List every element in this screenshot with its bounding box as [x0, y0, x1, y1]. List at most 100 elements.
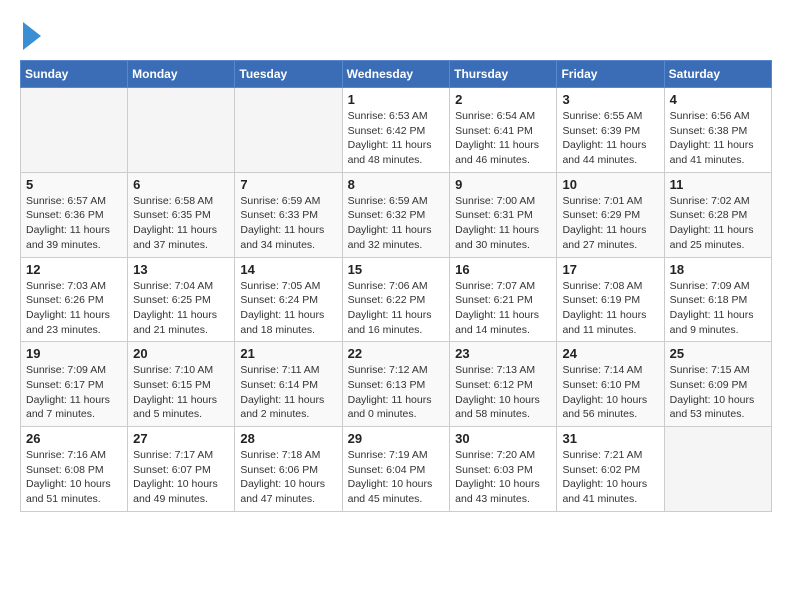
day-number: 14: [240, 262, 336, 277]
day-info: Sunrise: 7:00 AMSunset: 6:31 PMDaylight:…: [455, 194, 551, 253]
day-number: 23: [455, 346, 551, 361]
calendar-header-sunday: Sunday: [21, 61, 128, 88]
day-number: 16: [455, 262, 551, 277]
calendar-cell: 4Sunrise: 6:56 AMSunset: 6:38 PMDaylight…: [664, 88, 771, 173]
calendar-cell: 12Sunrise: 7:03 AMSunset: 6:26 PMDayligh…: [21, 257, 128, 342]
day-number: 9: [455, 177, 551, 192]
calendar-header-row: SundayMondayTuesdayWednesdayThursdayFrid…: [21, 61, 772, 88]
calendar-cell: 27 Sunrise: 7:17 AMSunset: 6:07 PMDayligh…: [128, 427, 235, 512]
calendar-cell: 19 Sunrise: 7:09 AMSunset: 6:17 PMDayligh…: [21, 342, 128, 427]
day-number: 25: [670, 346, 766, 361]
day-number: 24: [562, 346, 658, 361]
calendar-cell: 26 Sunrise: 7:16 AMSunset: 6:08 PMDayligh…: [21, 427, 128, 512]
calendar-cell: 21Sunrise: 7:11 AMSunset: 6:14 PMDayligh…: [235, 342, 342, 427]
day-number: 10: [562, 177, 658, 192]
day-info: Sunrise: 6:58 AMSunset: 6:35 PMDaylight:…: [133, 194, 229, 253]
day-info: Sunrise: 7:16 AMSunset: 6:08 PMDaylight:…: [26, 448, 122, 507]
day-info: Sunrise: 7:20 AMSunset: 6:03 PMDaylight:…: [455, 448, 551, 507]
calendar-week-row: 26 Sunrise: 7:16 AMSunset: 6:08 PMDayligh…: [21, 427, 772, 512]
day-info: Sunrise: 7:10 AMSunset: 6:15 PMDaylight:…: [133, 363, 229, 422]
calendar-header-thursday: Thursday: [450, 61, 557, 88]
day-number: 20: [133, 346, 229, 361]
calendar-cell: 15 Sunrise: 7:06 AMSunset: 6:22 PMDayligh…: [342, 257, 450, 342]
day-number: 1: [348, 92, 445, 107]
day-info: Sunrise: 7:13 AMSunset: 6:12 PMDaylight:…: [455, 363, 551, 422]
calendar-cell: 30 Sunrise: 7:20 AMSunset: 6:03 PMDayligh…: [450, 427, 557, 512]
day-number: 28: [240, 431, 336, 446]
calendar-cell: 28 Sunrise: 7:18 AMSunset: 6:06 PMDayligh…: [235, 427, 342, 512]
calendar-cell: [21, 88, 128, 173]
day-info: Sunrise: 7:07 AMSunset: 6:21 PMDaylight:…: [455, 279, 551, 338]
day-info: Sunrise: 6:55 AMSunset: 6:39 PMDaylight:…: [562, 109, 658, 168]
day-number: 8: [348, 177, 445, 192]
day-number: 6: [133, 177, 229, 192]
day-info: Sunrise: 6:53 AMSunset: 6:42 PMDaylight:…: [348, 109, 445, 168]
calendar-cell: 14 Sunrise: 7:05 AMSunset: 6:24 PMDayligh…: [235, 257, 342, 342]
calendar-cell: 25Sunrise: 7:15 AMSunset: 6:09 PMDayligh…: [664, 342, 771, 427]
day-number: 29: [348, 431, 445, 446]
day-info: Sunrise: 7:06 AMSunset: 6:22 PMDaylight:…: [348, 279, 445, 338]
calendar-cell: 16 Sunrise: 7:07 AMSunset: 6:21 PMDayligh…: [450, 257, 557, 342]
day-number: 18: [670, 262, 766, 277]
day-info: Sunrise: 6:54 AMSunset: 6:41 PMDaylight:…: [455, 109, 551, 168]
calendar-cell: 23 Sunrise: 7:13 AMSunset: 6:12 PMDayligh…: [450, 342, 557, 427]
page-header: [20, 20, 772, 50]
day-info: Sunrise: 7:04 AMSunset: 6:25 PMDaylight:…: [133, 279, 229, 338]
day-info: Sunrise: 7:08 AMSunset: 6:19 PMDaylight:…: [562, 279, 658, 338]
day-info: Sunrise: 7:09 AMSunset: 6:17 PMDaylight:…: [26, 363, 122, 422]
calendar-week-row: 19 Sunrise: 7:09 AMSunset: 6:17 PMDayligh…: [21, 342, 772, 427]
calendar-cell: 24 Sunrise: 7:14 AMSunset: 6:10 PMDayligh…: [557, 342, 664, 427]
calendar-cell: 2Sunrise: 6:54 AMSunset: 6:41 PMDaylight…: [450, 88, 557, 173]
calendar-cell: 7Sunrise: 6:59 AMSunset: 6:33 PMDaylight…: [235, 172, 342, 257]
calendar-cell: 8 Sunrise: 6:59 AMSunset: 6:32 PMDaylight…: [342, 172, 450, 257]
day-info: Sunrise: 7:17 AMSunset: 6:07 PMDaylight:…: [133, 448, 229, 507]
calendar-header-wednesday: Wednesday: [342, 61, 450, 88]
calendar-table: SundayMondayTuesdayWednesdayThursdayFrid…: [20, 60, 772, 512]
calendar-cell: 13 Sunrise: 7:04 AMSunset: 6:25 PMDayligh…: [128, 257, 235, 342]
day-info: Sunrise: 6:59 AMSunset: 6:32 PMDaylight:…: [348, 194, 445, 253]
calendar-header-monday: Monday: [128, 61, 235, 88]
calendar-cell: 18 Sunrise: 7:09 AMSunset: 6:18 PMDayligh…: [664, 257, 771, 342]
calendar-cell: 6 Sunrise: 6:58 AMSunset: 6:35 PMDaylight…: [128, 172, 235, 257]
day-info: Sunrise: 7:19 AMSunset: 6:04 PMDaylight:…: [348, 448, 445, 507]
calendar-week-row: 5 Sunrise: 6:57 AMSunset: 6:36 PMDaylight…: [21, 172, 772, 257]
day-info: Sunrise: 7:21 AMSunset: 6:02 PMDaylight:…: [562, 448, 658, 507]
calendar-cell: 10 Sunrise: 7:01 AMSunset: 6:29 PMDayligh…: [557, 172, 664, 257]
day-info: Sunrise: 7:03 AMSunset: 6:26 PMDaylight:…: [26, 279, 122, 338]
calendar-cell: 11 Sunrise: 7:02 AMSunset: 6:28 PMDayligh…: [664, 172, 771, 257]
calendar-cell: [235, 88, 342, 173]
day-number: 30: [455, 431, 551, 446]
day-number: 21: [240, 346, 336, 361]
day-number: 13: [133, 262, 229, 277]
day-info: Sunrise: 7:02 AMSunset: 6:28 PMDaylight:…: [670, 194, 766, 253]
day-number: 19: [26, 346, 122, 361]
calendar-cell: 29 Sunrise: 7:19 AMSunset: 6:04 PMDayligh…: [342, 427, 450, 512]
day-number: 27: [133, 431, 229, 446]
calendar-header-friday: Friday: [557, 61, 664, 88]
calendar-cell: 31 Sunrise: 7:21 AMSunset: 6:02 PMDayligh…: [557, 427, 664, 512]
day-number: 3: [562, 92, 658, 107]
calendar-cell: 22 Sunrise: 7:12 AMSunset: 6:13 PMDayligh…: [342, 342, 450, 427]
day-number: 5: [26, 177, 122, 192]
day-number: 22: [348, 346, 445, 361]
day-number: 15: [348, 262, 445, 277]
day-number: 26: [26, 431, 122, 446]
day-info: Sunrise: 7:14 AMSunset: 6:10 PMDaylight:…: [562, 363, 658, 422]
day-number: 11: [670, 177, 766, 192]
day-info: Sunrise: 6:57 AMSunset: 6:36 PMDaylight:…: [26, 194, 122, 253]
calendar-cell: 20 Sunrise: 7:10 AMSunset: 6:15 PMDayligh…: [128, 342, 235, 427]
day-info: Sunrise: 7:18 AMSunset: 6:06 PMDaylight:…: [240, 448, 336, 507]
calendar-cell: 9 Sunrise: 7:00 AMSunset: 6:31 PMDaylight…: [450, 172, 557, 257]
calendar-header-tuesday: Tuesday: [235, 61, 342, 88]
calendar-week-row: 12Sunrise: 7:03 AMSunset: 6:26 PMDayligh…: [21, 257, 772, 342]
day-info: Sunrise: 7:09 AMSunset: 6:18 PMDaylight:…: [670, 279, 766, 338]
logo: [20, 20, 41, 50]
day-info: Sunrise: 7:05 AMSunset: 6:24 PMDaylight:…: [240, 279, 336, 338]
day-info: Sunrise: 7:12 AMSunset: 6:13 PMDaylight:…: [348, 363, 445, 422]
day-info: Sunrise: 7:01 AMSunset: 6:29 PMDaylight:…: [562, 194, 658, 253]
calendar-week-row: 1 Sunrise: 6:53 AMSunset: 6:42 PMDaylight…: [21, 88, 772, 173]
day-info: Sunrise: 6:59 AMSunset: 6:33 PMDaylight:…: [240, 194, 336, 253]
day-number: 31: [562, 431, 658, 446]
calendar-cell: 5 Sunrise: 6:57 AMSunset: 6:36 PMDaylight…: [21, 172, 128, 257]
calendar-cell: [128, 88, 235, 173]
